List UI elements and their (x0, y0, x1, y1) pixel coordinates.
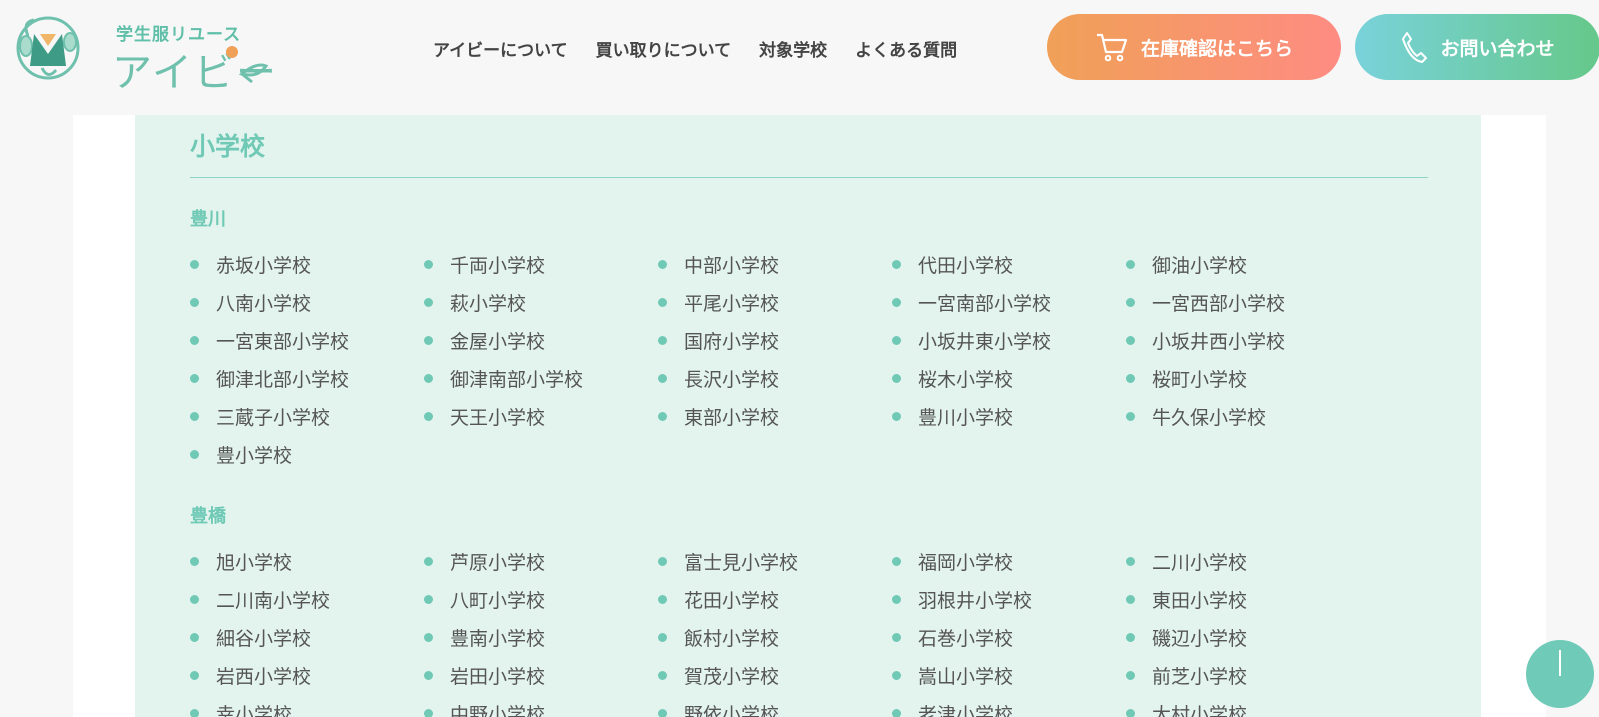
school-item: 花田小学校 (658, 580, 892, 618)
school-item: 八南小学校 (190, 283, 424, 321)
stock-check-label: 在庫確認はこちら (1140, 37, 1293, 60)
school-item: 東田小学校 (1126, 580, 1360, 618)
school-item: 御津北部小学校 (190, 359, 424, 397)
school-item: 一宮東部小学校 (190, 321, 424, 359)
scroll-top-icon (1559, 650, 1561, 676)
school-item: 石巻小学校 (892, 618, 1126, 656)
school-item: 幸小学校 (190, 694, 424, 717)
school-item: 賀茂小学校 (658, 656, 892, 694)
scroll-top-button[interactable] (1526, 640, 1594, 708)
school-item: 福岡小学校 (892, 542, 1126, 580)
site-logo[interactable]: 学生服リユース アイビー (14, 10, 276, 96)
nav-target-schools[interactable]: 対象学校 (759, 36, 827, 61)
school-item: 赤坂小学校 (190, 245, 424, 283)
school-item: 豊川小学校 (892, 397, 1126, 435)
cart-icon (1096, 33, 1128, 62)
school-item: 老津小学校 (892, 694, 1126, 717)
nav-faq[interactable]: よくある質問 (855, 36, 957, 61)
school-item: 三蔵子小学校 (190, 397, 424, 435)
school-item: 御津南部小学校 (424, 359, 658, 397)
school-item: 金屋小学校 (424, 321, 658, 359)
school-item: 野依小学校 (658, 694, 892, 717)
school-item: 二川南小学校 (190, 580, 424, 618)
school-item: 富士見小学校 (658, 542, 892, 580)
school-item: 桜木小学校 (892, 359, 1126, 397)
school-item: 岩西小学校 (190, 656, 424, 694)
school-item: 中野小学校 (424, 694, 658, 717)
school-item: 中部小学校 (658, 245, 892, 283)
school-item: 芦原小学校 (424, 542, 658, 580)
phone-icon (1402, 32, 1428, 63)
school-item: 一宮南部小学校 (892, 283, 1126, 321)
school-item: 桜町小学校 (1126, 359, 1360, 397)
school-item: 豊南小学校 (424, 618, 658, 656)
school-item: 細谷小学校 (190, 618, 424, 656)
school-item: 二川小学校 (1126, 542, 1360, 580)
school-list-toyokawa: 赤坂小学校 千両小学校 中部小学校 代田小学校 御油小学校 八南小学校 萩小学校 平尾小学校一… (190, 245, 1390, 473)
school-item: 国府小学校 (658, 321, 892, 359)
school-item: 牛久保小学校 (1126, 397, 1360, 435)
school-item: 東部小学校 (658, 397, 892, 435)
stock-check-button[interactable]: 在庫確認はこちら (1047, 14, 1341, 80)
school-item: 長沢小学校 (658, 359, 892, 397)
school-item: 小坂井東小学校 (892, 321, 1126, 359)
section-divider (190, 177, 1428, 178)
school-item: 八町小学校 (424, 580, 658, 618)
school-item: 飯村小学校 (658, 618, 892, 656)
logo-emblem-icon (16, 16, 80, 80)
school-item: 磯辺小学校 (1126, 618, 1360, 656)
school-item: 大村小学校 (1126, 694, 1360, 717)
school-item: 萩小学校 (424, 283, 658, 321)
school-item: 一宮西部小学校 (1126, 283, 1360, 321)
school-item: 平尾小学校 (658, 283, 892, 321)
logo-leaf-icon (226, 46, 268, 84)
section-title: 小学校 (190, 132, 266, 161)
school-item: 岩田小学校 (424, 656, 658, 694)
school-item: 旭小学校 (190, 542, 424, 580)
school-item: 羽根井小学校 (892, 580, 1126, 618)
school-item: 御油小学校 (1126, 245, 1360, 283)
region-heading-toyokawa: 豊川 (190, 209, 226, 230)
nav-buyback[interactable]: 買い取りについて (596, 36, 732, 61)
region-heading-toyohashi: 豊橋 (190, 506, 226, 527)
contact-label: お問い合わせ (1440, 37, 1555, 60)
school-item: 豊小学校 (190, 435, 424, 473)
main-nav: アイビーについて 買い取りについて 対象学校 よくある質問 (433, 36, 985, 61)
school-list-toyohashi: 旭小学校 芦原小学校 富士見小学校 福岡小学校 二川小学校二川南小学校 八町小学校 花田小学… (190, 542, 1390, 717)
school-item: 千両小学校 (424, 245, 658, 283)
school-item: 小坂井西小学校 (1126, 321, 1360, 359)
contact-button[interactable]: お問い合わせ (1355, 14, 1599, 80)
school-item: 代田小学校 (892, 245, 1126, 283)
nav-about[interactable]: アイビーについて (433, 36, 568, 61)
school-item: 嵩山小学校 (892, 656, 1126, 694)
site-header: 学生服リユース アイビー アイビーについて 買い取りについて 対象学校 よくある… (0, 0, 1599, 96)
school-item: 前芝小学校 (1126, 656, 1360, 694)
school-item: 天王小学校 (424, 397, 658, 435)
